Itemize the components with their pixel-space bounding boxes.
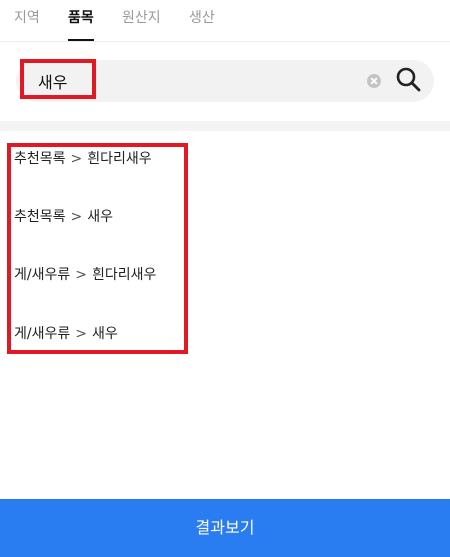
tab-production[interactable]: 생산 xyxy=(189,8,215,40)
search-input[interactable] xyxy=(22,62,362,100)
breadcrumb-separator: > xyxy=(70,151,83,167)
suggestion-item[interactable]: 추천목록 > 새우 xyxy=(14,205,113,229)
suggestion-category: 추천목록 xyxy=(14,209,66,225)
suggestion-list: 추천목록 > 흰다리새우 추천목록 > 새우 게/새우류 > 흰다리새우 게/새우류 > 새우 xyxy=(0,131,450,361)
suggestion-name: 흰다리새우 xyxy=(91,267,157,283)
breadcrumb-separator: > xyxy=(75,326,87,342)
suggestion-category: 게/새우류 xyxy=(14,267,71,283)
tab-item[interactable]: 품목 xyxy=(68,8,94,41)
breadcrumb-separator: > xyxy=(75,267,87,283)
suggestion-item[interactable]: 게/새우류 > 새우 xyxy=(14,322,118,346)
suggestion-category: 게/새우류 xyxy=(14,326,71,342)
suggestion-name: 흰다리새우 xyxy=(87,151,152,167)
suggestion-name: 새우 xyxy=(91,326,118,342)
tab-origin[interactable]: 원산지 xyxy=(122,8,161,40)
breadcrumb-separator: > xyxy=(70,209,83,225)
clear-icon[interactable] xyxy=(367,74,381,88)
search-icon[interactable] xyxy=(395,66,421,92)
tab-region[interactable]: 지역 xyxy=(14,8,40,40)
suggestion-item[interactable]: 게/새우류 > 흰다리새우 xyxy=(14,263,156,287)
suggestion-name: 새우 xyxy=(87,209,114,225)
suggestion-item[interactable]: 추천목록 > 흰다리새우 xyxy=(14,147,152,171)
category-tab-bar: 지역 품목 원산지 생산 xyxy=(0,0,450,42)
section-divider xyxy=(0,121,450,131)
view-results-button[interactable]: 결과보기 xyxy=(0,499,450,557)
suggestion-category: 추천목록 xyxy=(14,151,66,167)
